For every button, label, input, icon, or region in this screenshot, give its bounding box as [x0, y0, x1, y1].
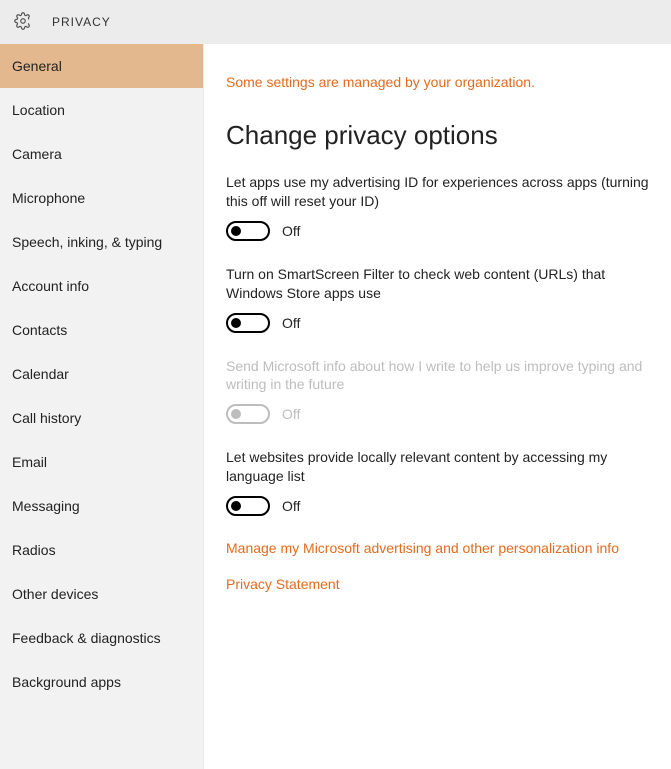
sidebar-item-other-devices[interactable]: Other devices: [0, 572, 203, 616]
org-managed-notice: Some settings are managed by your organi…: [226, 74, 649, 90]
sidebar-item-general[interactable]: General: [0, 44, 203, 88]
sidebar-item-label: General: [12, 58, 62, 74]
sidebar-item-label: Background apps: [12, 674, 121, 690]
toggle-row: Off: [226, 404, 649, 424]
page-title: PRIVACY: [52, 15, 111, 29]
toggle-row: Off: [226, 221, 649, 241]
toggle-row: Off: [226, 313, 649, 333]
sidebar-item-label: Speech, inking, & typing: [12, 234, 162, 250]
privacy-statement-link[interactable]: Privacy Statement: [226, 576, 649, 592]
sidebar-item-microphone[interactable]: Microphone: [0, 176, 203, 220]
sidebar-item-background-apps[interactable]: Background apps: [0, 660, 203, 704]
toggle-knob: [231, 501, 241, 511]
setting-description: Let websites provide locally relevant co…: [226, 448, 649, 486]
toggle-switch: [226, 404, 270, 424]
toggle-knob: [231, 318, 241, 328]
gear-icon: [14, 12, 32, 33]
toggle-switch[interactable]: [226, 221, 270, 241]
toggle-switch[interactable]: [226, 496, 270, 516]
setting-description: Turn on SmartScreen Filter to check web …: [226, 265, 649, 303]
toggle-state-label: Off: [282, 223, 300, 239]
sidebar-item-speech-inking-typing[interactable]: Speech, inking, & typing: [0, 220, 203, 264]
privacy-setting: Send Microsoft info about how I write to…: [226, 357, 649, 425]
sidebar-item-call-history[interactable]: Call history: [0, 396, 203, 440]
sidebar-item-messaging[interactable]: Messaging: [0, 484, 203, 528]
sidebar-item-label: Radios: [12, 542, 56, 558]
sidebar: General Location Camera Microphone Speech, i…: [0, 44, 204, 769]
sidebar-item-label: Location: [12, 102, 65, 118]
sidebar-item-label: Calendar: [12, 366, 69, 382]
sidebar-item-contacts[interactable]: Contacts: [0, 308, 203, 352]
sidebar-item-label: Feedback & diagnostics: [12, 630, 161, 646]
sidebar-item-email[interactable]: Email: [0, 440, 203, 484]
main-content: Some settings are managed by your organi…: [204, 44, 671, 769]
sidebar-item-label: Microphone: [12, 190, 85, 206]
sidebar-item-label: Messaging: [12, 498, 80, 514]
toggle-state-label: Off: [282, 315, 300, 331]
toggle-switch[interactable]: [226, 313, 270, 333]
toggle-row: Off: [226, 496, 649, 516]
privacy-setting: Let apps use my advertising ID for exper…: [226, 173, 649, 241]
toggle-knob: [231, 226, 241, 236]
sidebar-item-label: Account info: [12, 278, 89, 294]
toggle-state-label: Off: [282, 406, 300, 422]
manage-advertising-link[interactable]: Manage my Microsoft advertising and othe…: [226, 540, 649, 556]
sidebar-item-label: Email: [12, 454, 47, 470]
sidebar-item-camera[interactable]: Camera: [0, 132, 203, 176]
sidebar-item-location[interactable]: Location: [0, 88, 203, 132]
sidebar-item-radios[interactable]: Radios: [0, 528, 203, 572]
setting-description: Let apps use my advertising ID for exper…: [226, 173, 649, 211]
sidebar-item-calendar[interactable]: Calendar: [0, 352, 203, 396]
sidebar-item-label: Camera: [12, 146, 62, 162]
sidebar-item-account-info[interactable]: Account info: [0, 264, 203, 308]
sidebar-item-label: Other devices: [12, 586, 98, 602]
setting-description: Send Microsoft info about how I write to…: [226, 357, 649, 395]
toggle-knob: [231, 409, 241, 419]
sidebar-item-feedback-diagnostics[interactable]: Feedback & diagnostics: [0, 616, 203, 660]
toggle-state-label: Off: [282, 498, 300, 514]
section-heading: Change privacy options: [226, 120, 649, 151]
privacy-setting: Turn on SmartScreen Filter to check web …: [226, 265, 649, 333]
sidebar-item-label: Call history: [12, 410, 81, 426]
header: PRIVACY: [0, 0, 671, 44]
privacy-setting: Let websites provide locally relevant co…: [226, 448, 649, 516]
sidebar-item-label: Contacts: [12, 322, 67, 338]
